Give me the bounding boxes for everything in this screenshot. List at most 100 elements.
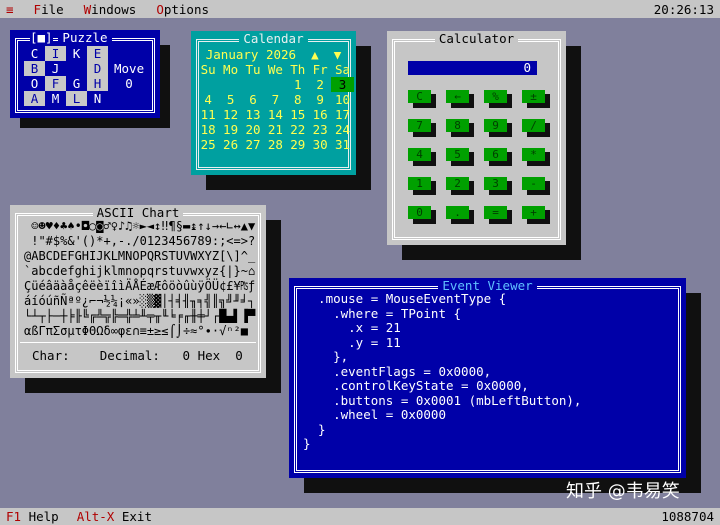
calendar-day[interactable]: 13: [242, 107, 264, 122]
calc-key-button[interactable]: 0: [408, 206, 436, 224]
puzzle-tile[interactable]: C: [24, 46, 45, 61]
weekday-header: Mo: [223, 62, 239, 77]
calc-key-button[interactable]: 1: [408, 177, 436, 195]
calendar-day[interactable]: 25: [197, 137, 219, 152]
ascii-row[interactable]: áíóúñÑªº¿⌐¬½¼¡«»░▒▓│┤╡╢╖╕╣║╗╝╜╛┐: [24, 294, 255, 309]
system-menu-icon[interactable]: ≡: [6, 2, 14, 17]
ascii-row[interactable]: !"#$%&'()*+,-./0123456789:;<=>?: [24, 234, 255, 249]
ascii-row[interactable]: ÇüéâäàåçêëèïîìÄÅÉæÆôöòûùÿÖÜ¢£¥₧ƒ: [24, 279, 255, 294]
month-up-icon[interactable]: ▲: [311, 47, 319, 62]
ascii-row[interactable]: ☺☻♥♦♣♠•◘○◙♂♀♪♫☼►◄↕‼¶§▬↨↑↓→←∟↔▲▼: [24, 219, 255, 234]
calendar-day[interactable]: 16: [309, 107, 331, 122]
calc-key-button[interactable]: 9: [484, 119, 512, 137]
puzzle-empty-slot[interactable]: [66, 61, 87, 76]
calculator-window[interactable]: Calculator 0 C ←% ±7 8 9 / 4 5 6 * 1 2 3- 0. = +: [387, 31, 566, 245]
calendar-today[interactable]: 3: [331, 77, 354, 92]
calc-key-button[interactable]: *: [522, 148, 550, 166]
calculator-display: 0: [408, 61, 537, 75]
calendar-day[interactable]: 19: [219, 122, 241, 137]
calendar-day[interactable]: 8: [287, 92, 309, 107]
move-count: 0: [125, 76, 133, 91]
calendar-day[interactable]: 9: [309, 92, 331, 107]
calc-key-button[interactable]: 6: [484, 148, 512, 166]
puzzle-tile[interactable]: L: [66, 91, 87, 106]
calendar-day[interactable]: 31: [331, 137, 353, 152]
calendar-day[interactable]: 6: [242, 92, 264, 107]
ascii-row[interactable]: └┴┬├─┼╞╟╚╔╩╦╠═╬╧╨╤╥╙╘╒╓╫╪┘┌█▄▌▐▀: [24, 309, 255, 324]
menu-file[interactable]: File: [34, 2, 64, 17]
calendar-day[interactable]: 1: [287, 77, 309, 92]
puzzle-tile[interactable]: A: [24, 91, 45, 106]
calendar-day[interactable]: 15: [287, 107, 309, 122]
puzzle-tile[interactable]: H: [87, 76, 108, 91]
calc-key-button[interactable]: +: [522, 206, 550, 224]
calc-key-button[interactable]: /: [522, 119, 550, 137]
puzzle-tile[interactable]: K: [66, 46, 87, 61]
close-icon[interactable]: [■]: [30, 30, 53, 45]
month-down-icon[interactable]: ▼: [334, 47, 342, 62]
puzzle-tile[interactable]: M: [45, 91, 66, 106]
calc-key-button[interactable]: 3: [484, 177, 512, 195]
calendar-day[interactable]: 28: [264, 137, 286, 152]
ascii-row[interactable]: @ABCDEFGHIJKLMNOPQRSTUVWXYZ[\]^_: [24, 249, 255, 264]
calendar-day[interactable]: 22: [287, 122, 309, 137]
decimal-value: 0: [182, 348, 191, 363]
ascii-row[interactable]: `abcdefghijklmnopqrstuvwxyz{|}~⌂: [24, 264, 255, 279]
calc-key-button[interactable]: =: [484, 206, 512, 224]
calendar-day[interactable]: 10: [331, 92, 353, 107]
event-viewer-window[interactable]: Event Viewer .mouse = MouseEventType { .…: [289, 278, 686, 478]
calc-key-button[interactable]: %: [484, 90, 512, 108]
puzzle-tile[interactable]: I: [45, 46, 66, 61]
puzzle-tile[interactable]: O: [24, 76, 45, 91]
calendar-day[interactable]: 29: [287, 137, 309, 152]
calendar-day[interactable]: 21: [264, 122, 286, 137]
calendar-day[interactable]: 23: [309, 122, 331, 137]
calc-key-button[interactable]: ←: [446, 90, 474, 108]
ascii-chart-window[interactable]: ASCII Chart ☺☻♥♦♣♠•◘○◙♂♀♪♫☼►◄↕‼¶§▬↨↑↓→←∟…: [10, 205, 266, 378]
puzzle-window[interactable]: Puzzle [■] CIKEBJDOFGHAMLN Move 0: [10, 30, 160, 118]
calendar-day[interactable]: 7: [264, 92, 286, 107]
puzzle-tile[interactable]: F: [45, 76, 66, 91]
puzzle-tile[interactable]: J: [45, 61, 66, 76]
calendar-day[interactable]: 12: [219, 107, 241, 122]
calc-key-button[interactable]: .: [446, 206, 474, 224]
calc-key-button[interactable]: 5: [446, 148, 474, 166]
calculator-title[interactable]: Calculator: [387, 31, 566, 46]
puzzle-tile[interactable]: B: [24, 61, 45, 76]
calendar-day[interactable]: 30: [309, 137, 331, 152]
calendar-window[interactable]: Calendar January 2026 ▲ ▼ Su Mo Tu We Th Fr Sa…: [191, 31, 356, 175]
calc-key-button[interactable]: 2: [446, 177, 474, 195]
calendar-blank: [197, 77, 219, 92]
calendar-day[interactable]: 20: [242, 122, 264, 137]
calendar-day[interactable]: 27: [242, 137, 264, 152]
calendar-day[interactable]: 18: [197, 122, 219, 137]
puzzle-grid[interactable]: CIKE BJ D OFGH AMLN: [24, 46, 108, 106]
calc-key-button[interactable]: -: [522, 177, 550, 195]
calc-key-button[interactable]: C: [408, 90, 436, 108]
puzzle-tile[interactable]: D: [87, 61, 108, 76]
calendar-day[interactable]: 5: [219, 92, 241, 107]
calendar-day[interactable]: 14: [264, 107, 286, 122]
calc-key-button[interactable]: 4: [408, 148, 436, 166]
calc-key-button[interactable]: ±: [522, 90, 550, 108]
calendar-title[interactable]: Calendar: [191, 31, 356, 46]
event-line: .controlKeyState = 0x0000,: [303, 378, 529, 393]
ascii-table[interactable]: ☺☻♥♦♣♠•◘○◙♂♀♪♫☼►◄↕‼¶§▬↨↑↓→←∟↔▲▼ !"#$%&'(…: [24, 219, 255, 339]
calendar-day[interactable]: 24: [331, 122, 353, 137]
puzzle-tile[interactable]: E: [87, 46, 108, 61]
calc-key-button[interactable]: 8: [446, 119, 474, 137]
calendar-day[interactable]: 17: [331, 107, 353, 122]
calendar-day[interactable]: 2: [309, 77, 331, 92]
calc-key-button[interactable]: 7: [408, 119, 436, 137]
status-help[interactable]: F1 Help: [6, 509, 59, 524]
ascii-title[interactable]: ASCII Chart: [10, 205, 266, 220]
menu-windows[interactable]: Windows: [84, 2, 137, 17]
puzzle-tile[interactable]: G: [66, 76, 87, 91]
menu-options[interactable]: Options: [156, 2, 209, 17]
calendar-day[interactable]: 26: [219, 137, 241, 152]
status-exit[interactable]: Alt-X Exit: [77, 509, 152, 524]
ascii-row[interactable]: αßΓπΣσµτΦΘΩδ∞φε∩≡±≥≤⌠⌡÷≈°∙·√ⁿ²■: [24, 324, 255, 339]
calendar-day[interactable]: 11: [197, 107, 219, 122]
puzzle-tile[interactable]: N: [87, 91, 108, 106]
calendar-day[interactable]: 4: [197, 92, 219, 107]
